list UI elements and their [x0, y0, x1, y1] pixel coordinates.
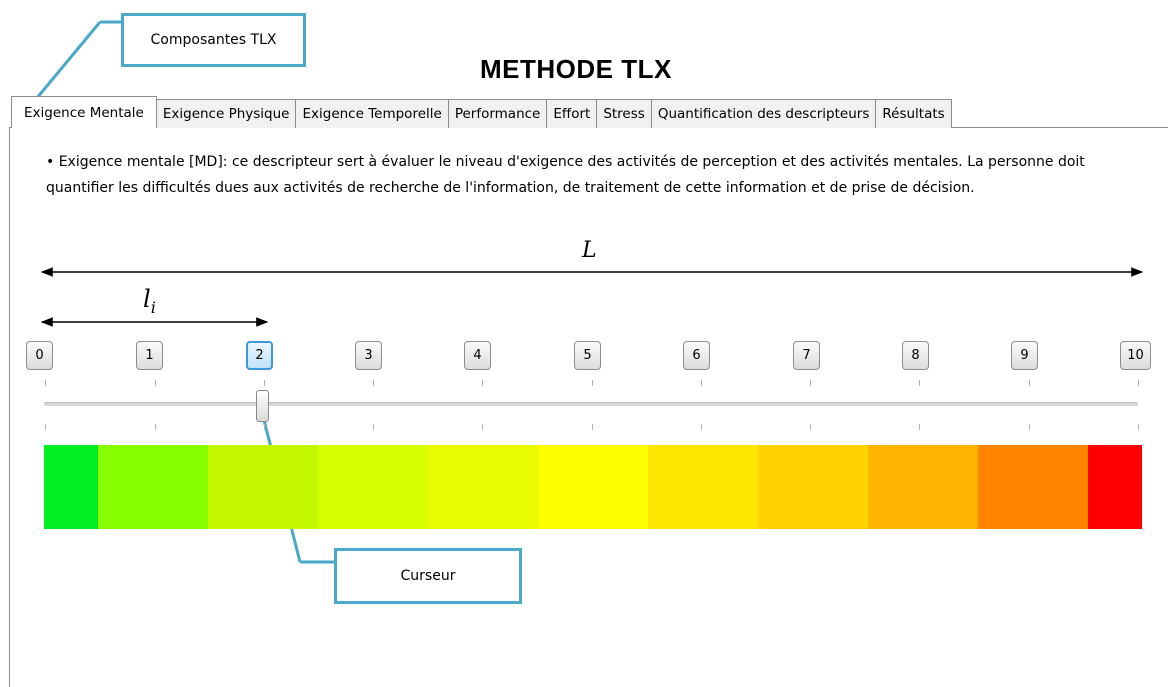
lower-tickmark-5 [592, 424, 593, 430]
scale-button-8[interactable]: 8 [902, 341, 929, 370]
scale-button-6[interactable]: 6 [683, 341, 710, 370]
upper-tickmark-3 [373, 380, 374, 386]
color-segment-6 [648, 445, 758, 529]
tab-exigence-mentale[interactable]: Exigence Mentale [11, 96, 157, 128]
lower-tickmark-8 [919, 424, 920, 430]
scale-button-1[interactable]: 1 [136, 341, 163, 370]
color-segment-7 [758, 445, 868, 529]
lower-tickmark-2 [264, 424, 265, 430]
scale-button-7[interactable]: 7 [793, 341, 820, 370]
lower-tickmark-3 [373, 424, 374, 430]
upper-tickmark-7 [810, 380, 811, 386]
upper-tickmark-6 [701, 380, 702, 386]
scale-button-9[interactable]: 9 [1011, 341, 1038, 370]
lower-tickmark-9 [1029, 424, 1030, 430]
lower-tickmark-10 [1138, 424, 1139, 430]
callout-cursor: Curseur [334, 548, 522, 604]
scale-button-3[interactable]: 3 [355, 341, 382, 370]
upper-tickmark-10 [1138, 380, 1139, 386]
upper-tickmark-5 [592, 380, 593, 386]
lower-tickmark-7 [810, 424, 811, 430]
color-segment-8 [868, 445, 978, 529]
scale-button-5[interactable]: 5 [574, 341, 601, 370]
color-segment-2 [208, 445, 318, 529]
color-segment-9 [978, 445, 1088, 529]
color-segment-1 [98, 445, 208, 529]
lower-tickmark-0 [45, 424, 46, 430]
color-segment-0 [44, 445, 98, 529]
slider-track[interactable] [44, 402, 1138, 406]
partial-length-label: li [143, 285, 156, 317]
upper-tickmark-4 [482, 380, 483, 386]
callout-cursor-label: Curseur [400, 568, 456, 584]
upper-tickmark-8 [919, 380, 920, 386]
upper-tickmark-2 [264, 380, 265, 386]
scale-button-0[interactable]: 0 [26, 341, 53, 370]
partial-length-base: l [143, 285, 151, 313]
upper-tickmark-9 [1029, 380, 1030, 386]
scale-button-10[interactable]: 10 [1120, 341, 1151, 370]
color-segment-3 [318, 445, 428, 529]
upper-tickmark-0 [45, 380, 46, 386]
lower-tickmark-6 [701, 424, 702, 430]
upper-tickmark-1 [155, 380, 156, 386]
color-segment-4 [428, 445, 538, 529]
scale-button-4[interactable]: 4 [464, 341, 491, 370]
lower-tickmark-1 [155, 424, 156, 430]
partial-length-subscript: i [150, 297, 156, 317]
lower-tickmark-4 [482, 424, 483, 430]
color-segment-10 [1088, 445, 1142, 529]
color-segment-5 [538, 445, 648, 529]
slider-thumb[interactable] [256, 390, 269, 422]
total-length-label: L [582, 238, 597, 263]
difficulty-color-bar [44, 445, 1142, 529]
scale-button-2[interactable]: 2 [246, 341, 273, 370]
